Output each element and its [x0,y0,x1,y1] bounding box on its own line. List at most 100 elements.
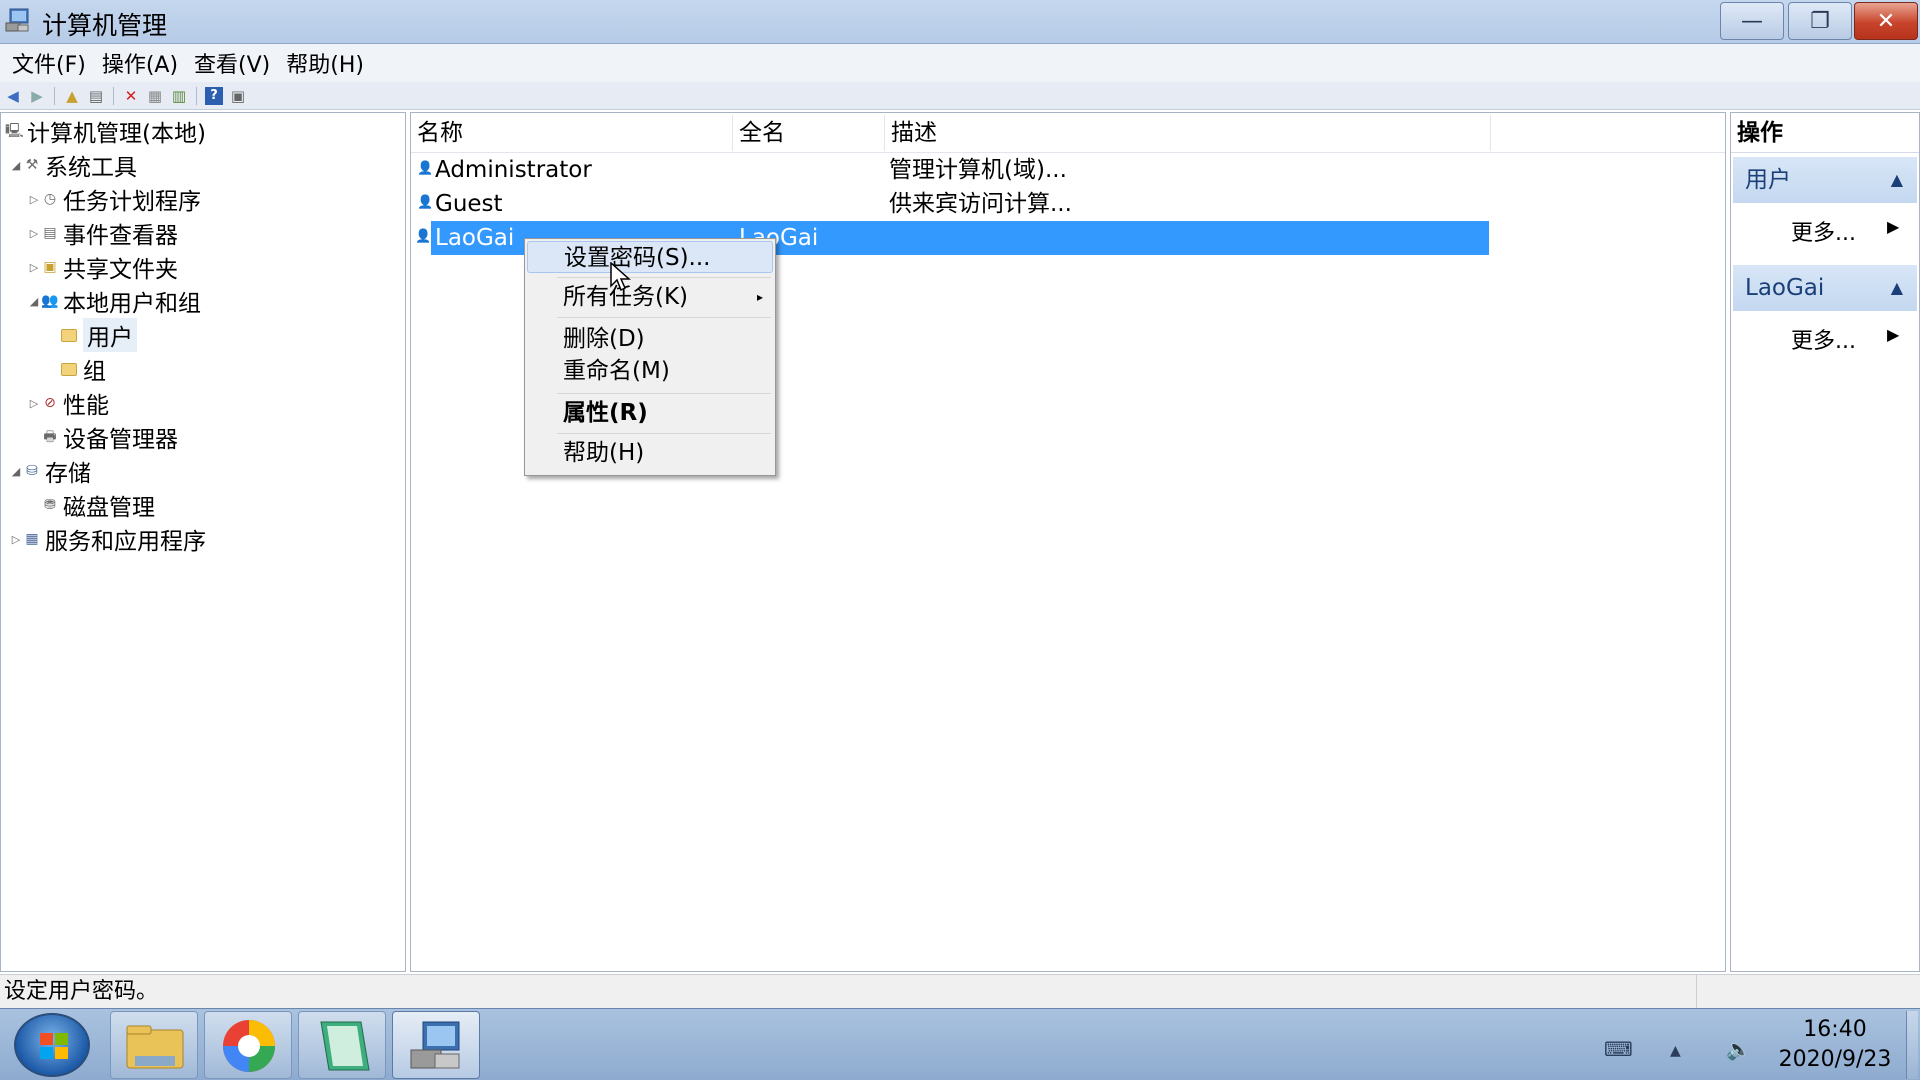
tree-item-label: 性能 [63,393,109,419]
menu-item-rename[interactable]: 重命名(M) [527,355,773,387]
menu-item-help[interactable]: 帮助(H) [527,437,773,469]
expanded-arrow-icon[interactable]: ◢ [9,159,23,172]
actions-more-link[interactable]: 更多... [1791,215,1856,247]
column-header-name[interactable]: 名称 [411,115,733,151]
taskbar-clock[interactable]: 16:40 2020/9/23 [1760,1015,1910,1075]
event-viewer-icon: ▤ [43,225,57,241]
tree-item-label: 服务和应用程序 [45,529,206,555]
disk-icon: ⛃ [44,497,56,513]
menu-file[interactable]: 文件(F) [4,47,94,79]
tree-item-label: 本地用户和组 [63,291,201,317]
taskbar-browser[interactable] [204,1011,292,1079]
menu-view[interactable]: 查看(V) [186,47,278,79]
maximize-button[interactable]: ❐ [1788,2,1852,40]
menu-separator [557,317,771,318]
cell-description: 管理计算机(域)... [889,157,1067,183]
start-button[interactable] [14,1013,90,1077]
expanded-arrow-icon[interactable]: ◢ [27,295,41,308]
collapsed-arrow-icon[interactable]: ▷ [27,397,41,410]
show-desktop-button[interactable] [1906,1011,1918,1079]
folder-icon [61,328,77,342]
properties-icon[interactable]: ▦ [146,87,164,105]
tree-item-label: 系统工具 [45,155,137,181]
menu-item-all-tasks[interactable]: 所有任务(K) ▸ [527,281,773,313]
clock-icon: ◷ [43,191,57,207]
menu-item-delete[interactable]: 删除(D) [527,323,773,355]
back-arrow-icon[interactable]: ◀ [4,87,22,105]
tree-item-task-scheduler[interactable]: ▷ ◷ 任务计划程序 [27,183,201,215]
mouse-cursor-icon [610,262,631,292]
taskbar-file-explorer[interactable] [110,1011,198,1079]
toolbar-divider [196,86,197,105]
menu-action[interactable]: 操作(A) [94,47,186,79]
tree-item-storage[interactable]: ◢ ⛁ 存储 [9,455,91,487]
tree-item-disk-management[interactable]: ⛃ 磁盘管理 [41,489,155,521]
show-action-pane-icon[interactable]: ▣ [229,87,247,105]
taskbar-computer-management[interactable] [392,1011,480,1079]
menu-bar: 文件(F) 操作(A) 查看(V) 帮助(H) [0,44,1920,82]
collapsed-arrow-icon[interactable]: ▷ [27,261,41,274]
window-title: 计算机管理 [42,11,168,40]
status-bar: 设定用户密码。 [0,974,1920,1009]
performance-icon: ⊘ [44,395,56,411]
menu-separator [557,433,771,434]
tree-item-performance[interactable]: ▷ ⊘ 性能 [27,387,109,419]
menu-item-set-password[interactable]: 设置密码(S)... [527,241,773,273]
collapsed-arrow-icon[interactable]: ▷ [9,533,23,546]
tree-item-local-users-groups[interactable]: ◢ 👥 本地用户和组 [27,285,201,317]
tree-item-device-manager[interactable]: 🖶 设备管理器 [41,421,178,453]
folder-icon [126,1025,184,1069]
tree-item-groups[interactable]: 组 [61,353,106,385]
actions-more-link[interactable]: 更多... [1791,323,1856,355]
actions-pane-title: 操作 [1731,113,1919,153]
tree-item-label: 组 [83,359,106,385]
cell-name: Administrator [435,157,592,183]
show-hide-tree-icon[interactable]: ▤ [87,87,105,105]
table-row[interactable]: 👤 Guest 供来宾访问计算... [413,187,1489,221]
tree-item-root[interactable]: 🖳 计算机管理(本地) [5,115,206,147]
forward-arrow-icon[interactable]: ▶ [28,87,46,105]
help-icon[interactable]: ? [205,86,223,105]
tree-item-users[interactable]: 用户 [61,318,137,352]
windows-logo-icon [40,1033,68,1059]
collapsed-arrow-icon[interactable]: ▷ [27,193,41,206]
section-label: LaoGai [1745,275,1825,301]
clock-time: 16:40 [1803,1017,1867,1042]
close-button[interactable]: ✕ [1854,2,1918,40]
keyboard-icon[interactable]: ⌨ [1604,1037,1633,1061]
volume-icon[interactable]: 🔈 [1726,1037,1751,1061]
show-hidden-icons-icon[interactable]: ▲ [1670,1043,1681,1059]
users-group-icon: 👥 [41,293,59,309]
menu-help[interactable]: 帮助(H) [278,47,372,79]
tree-item-system-tools[interactable]: ◢ ⚒ 系统工具 [9,149,137,181]
tree-item-label: 设备管理器 [63,427,178,453]
table-row[interactable]: 👤 Administrator 管理计算机(域)... [413,153,1489,187]
tree-item-event-viewer[interactable]: ▷ ▤ 事件查看器 [27,217,178,249]
expanded-arrow-icon[interactable]: ◢ [9,465,23,478]
context-menu: 设置密码(S)... 所有任务(K) ▸ 删除(D) 重命名(M) 属性(R) … [524,238,776,476]
column-header-fullname[interactable]: 全名 [733,115,885,151]
tree-item-services-apps[interactable]: ▷ ▦ 服务和应用程序 [9,523,206,555]
up-folder-icon[interactable]: ▲ [63,87,81,105]
services-icon: ▦ [25,531,39,547]
storage-icon: ⛁ [26,463,38,479]
collapse-triangle-icon[interactable]: ▲ [1891,265,1903,311]
actions-section-users[interactable]: 用户 ▲ [1733,157,1917,203]
tree-item-label: 磁盘管理 [63,495,155,521]
tools-icon: ⚒ [25,157,39,173]
user-icon: 👤 [415,229,432,244]
column-header-description[interactable]: 描述 [885,115,1491,151]
export-list-icon[interactable]: ▥ [170,87,188,105]
tree-item-label: 任务计划程序 [63,189,201,215]
menu-item-properties[interactable]: 属性(R) [527,397,773,429]
taskbar-notepad[interactable] [298,1011,386,1079]
actions-section-laogai[interactable]: LaoGai ▲ [1733,265,1917,311]
delete-icon[interactable]: ✕ [122,87,140,105]
notepad-icon [320,1021,370,1071]
collapse-triangle-icon[interactable]: ▲ [1891,157,1903,203]
minimize-button[interactable]: — [1720,2,1784,40]
toolbar-divider [113,86,114,105]
collapsed-arrow-icon[interactable]: ▷ [27,227,41,240]
tree-item-shared-folders[interactable]: ▷ ▣ 共享文件夹 [27,251,178,283]
folder-icon [61,362,77,376]
